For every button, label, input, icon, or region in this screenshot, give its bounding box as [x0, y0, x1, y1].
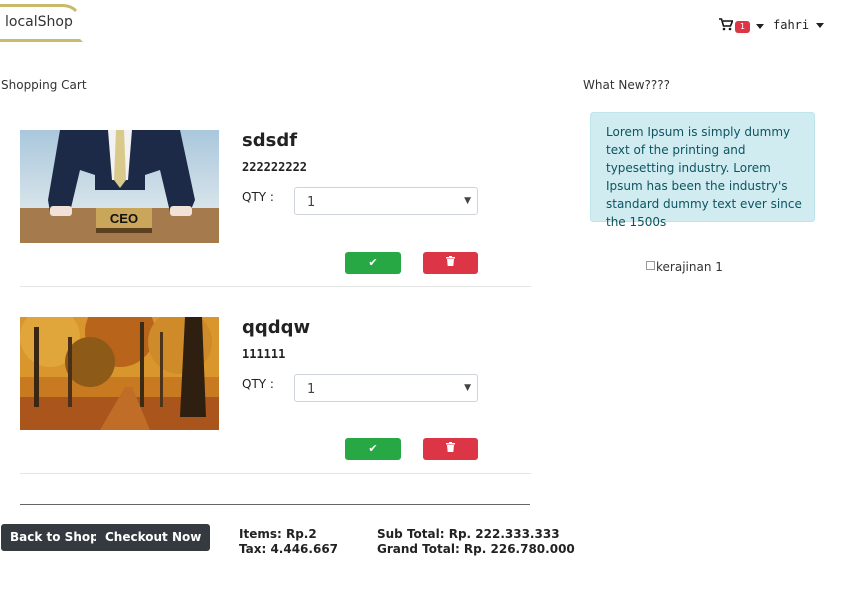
brand-logo[interactable]: localShop — [0, 4, 83, 42]
update-item-button[interactable]: ✔ — [345, 252, 401, 274]
update-item-button[interactable]: ✔ — [345, 438, 401, 460]
qty-select[interactable]: 1 ▼ — [294, 374, 478, 402]
checkout-button[interactable]: Checkout Now — [96, 524, 211, 551]
qty-value: 1 — [307, 382, 316, 397]
qty-value: 1 — [307, 195, 316, 210]
cart-item: CEO sdsdf 222222222 QTY : 1 ▼ ✔ — [20, 130, 531, 287]
qty-select[interactable]: 1 ▼ — [294, 187, 478, 215]
product-name: qqdqw — [242, 317, 311, 338]
cart-item: qqdqw 111111 QTY : 1 ▼ ✔ — [20, 317, 531, 474]
back-to-shop-button[interactable]: Back to Shop — [1, 524, 108, 551]
cart-icon — [719, 18, 734, 35]
trash-icon — [446, 256, 455, 269]
delete-item-button[interactable] — [423, 438, 478, 460]
product-name: sdsdf — [242, 130, 298, 151]
order-summary-right: Sub Total: Rp. 222.333.333 Grand Total: … — [377, 527, 575, 557]
chevron-down-icon — [756, 24, 764, 29]
cart-title: Shopping Cart — [1, 78, 87, 92]
check-icon: ✔ — [368, 442, 378, 455]
sidebar-title: What New???? — [583, 78, 670, 92]
grand-total: Grand Total: Rp. 226.780.000 — [377, 542, 575, 556]
product-image — [20, 317, 219, 430]
info-alert: Lorem Ipsum is simply dummy text of the … — [590, 112, 815, 229]
product-price: 111111 — [242, 347, 286, 361]
trash-icon — [446, 442, 455, 455]
user-dropdown[interactable]: fahri — [773, 18, 825, 32]
cart-dropdown[interactable]: 1 — [719, 18, 764, 35]
dropdown-arrow-icon: ▼ — [464, 383, 471, 393]
sub-total: Sub Total: Rp. 222.333.333 — [377, 527, 560, 541]
cart-count-badge: 1 — [735, 20, 750, 33]
delete-item-button[interactable] — [423, 252, 478, 274]
brand-text: localShop — [5, 14, 73, 30]
promo-image: kerajinan 1 — [646, 260, 723, 274]
dropdown-arrow-icon: ▼ — [464, 196, 471, 206]
broken-image-icon — [646, 260, 655, 270]
svg-text:CEO: CEO — [110, 211, 138, 226]
promo-image-alt: kerajinan 1 — [656, 260, 723, 274]
qty-label: QTY : — [242, 190, 274, 204]
tax-total: Tax: 4.446.667 — [239, 542, 339, 556]
user-name: fahri — [773, 18, 810, 32]
divider — [20, 504, 530, 505]
chevron-down-icon — [816, 22, 825, 28]
qty-label: QTY : — [242, 377, 274, 391]
items-total: Items: Rp.2 — [239, 527, 317, 541]
check-icon: ✔ — [368, 256, 378, 269]
product-image: CEO — [20, 130, 219, 243]
product-price: 222222222 — [242, 160, 308, 174]
order-summary-left: Items: Rp.2 Tax: 4.446.667 — [239, 527, 338, 557]
